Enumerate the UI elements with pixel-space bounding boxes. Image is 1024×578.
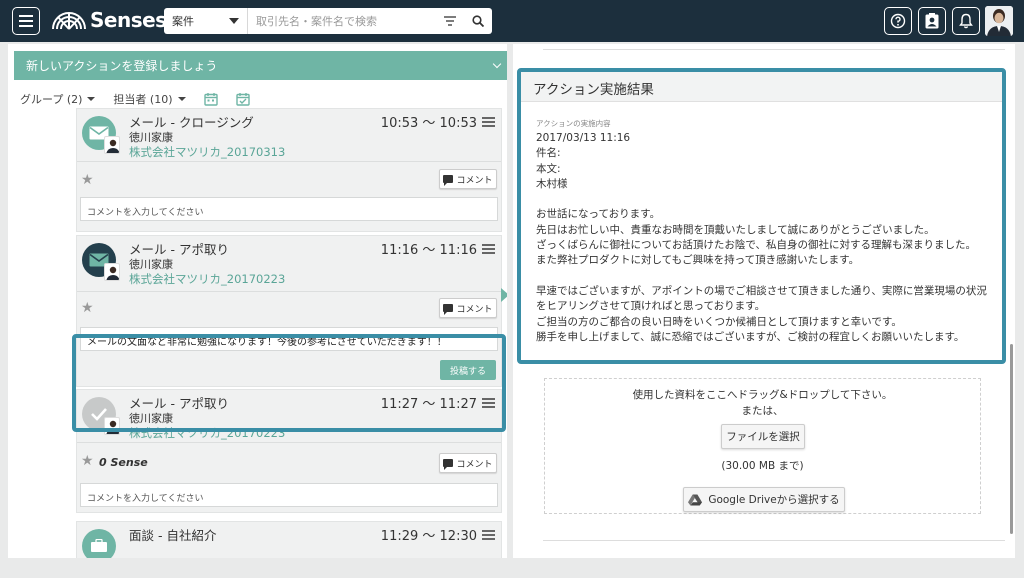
comment-button[interactable]: コメント — [439, 298, 497, 318]
logo-text: Senses — [90, 8, 167, 32]
action-detail-panel: アクション実施結果 アクションの実施内容 2017/03/13 11:16 件名… — [513, 44, 1015, 558]
divider — [77, 161, 501, 162]
bell-icon[interactable] — [952, 7, 980, 35]
owner-filter[interactable]: 担当者 (10) — [113, 91, 186, 107]
result-content-label: アクションの実施内容 — [536, 119, 611, 128]
comment-button[interactable]: コメント — [439, 169, 497, 189]
drop-instruction: 使用した資料をここへドラッグ&ドロップして下さい。 — [632, 389, 893, 401]
group-filter[interactable]: グループ (2) — [20, 91, 96, 107]
divider — [77, 291, 501, 292]
card-time: 11:29 〜 12:30 — [380, 529, 477, 544]
card-header: メール - アポ取り 11:16 〜 11:16 徳川家康 株式会社マツリカ_2… — [77, 236, 501, 287]
google-drive-icon — [688, 494, 703, 505]
group-filter-label: グループ (2) — [20, 93, 83, 106]
card-person: 徳川家康 — [129, 258, 173, 271]
star-icon[interactable]: ★ — [81, 172, 94, 188]
top-bar: Senses 案件 — [0, 0, 1024, 42]
calendar-check-icon[interactable] — [235, 92, 250, 106]
filter-bar: グループ (2) 担当者 (10) — [20, 91, 268, 107]
new-action-banner[interactable]: 新しいアクションを登録しましょう — [14, 51, 507, 80]
comment-icon — [443, 175, 454, 186]
search-icon[interactable] — [464, 8, 492, 34]
caret-down-icon — [87, 97, 96, 101]
comment-button-label: コメント — [456, 175, 493, 186]
selection-pointer — [501, 288, 507, 302]
action-result-box: アクション実施結果 アクションの実施内容 2017/03/13 11:16 件名… — [517, 68, 1006, 364]
contact-card-icon[interactable] — [918, 7, 946, 35]
divider — [543, 540, 1005, 541]
search-type-select[interactable]: 案件 — [164, 8, 248, 34]
file-drop-zone[interactable]: 使用した資料をここへドラッグ&ドロップして下さい。 または、 ファイルを選択 (… — [544, 378, 981, 514]
search-input[interactable] — [248, 9, 436, 33]
action-list-panel: 新しいアクションを登録しましょう グループ (2) 担当者 (10) メール -… — [8, 44, 507, 558]
banner-text: 新しいアクションを登録しましょう — [26, 59, 218, 73]
calendar-icon[interactable] — [203, 92, 218, 106]
hamburger-menu-icon[interactable] — [12, 7, 40, 35]
user-avatar[interactable] — [985, 6, 1013, 36]
card-time: 11:16 〜 11:16 — [380, 243, 477, 258]
logo-fan-icon — [52, 12, 86, 30]
comment-highlight-box — [72, 334, 506, 432]
sense-count: 0 Sense — [99, 456, 148, 469]
action-card[interactable]: メール - クロージング 10:53 〜 10:53 徳川家康 株式会社マツリカ… — [76, 108, 502, 232]
comment-button[interactable]: コメント — [439, 453, 497, 473]
comment-button-label: コメント — [456, 459, 493, 470]
choose-file-button[interactable]: ファイルを選択 — [721, 424, 805, 449]
card-deal-link[interactable]: 株式会社マツリカ_20170223 — [129, 271, 285, 287]
card-time: 10:53 〜 10:53 — [380, 116, 477, 131]
card-menu-icon[interactable] — [482, 117, 495, 127]
google-drive-label: Google Driveから選択する — [708, 494, 840, 506]
result-title: アクション実施結果 — [521, 72, 1002, 102]
card-header: 面談 - 自社紹介 11:29 〜 12:30 — [77, 522, 501, 558]
card-menu-icon[interactable] — [482, 244, 495, 254]
search-bar: 案件 — [164, 8, 492, 34]
owner-avatar — [104, 136, 120, 154]
owner-filter-label: 担当者 (10) — [113, 93, 173, 106]
card-header: メール - クロージング 10:53 〜 10:53 徳川家康 株式会社マツリカ… — [77, 109, 501, 160]
file-size-limit: (30.00 MB まで) — [721, 460, 804, 472]
drop-or-text: または、 — [741, 405, 784, 417]
result-content-body: 2017/03/13 11:16 件名: 本文: 木村様 お世話になっております… — [536, 132, 987, 343]
card-person: 徳川家康 — [129, 131, 173, 144]
comment-input[interactable]: コメントを入力してください — [80, 483, 498, 507]
google-drive-button[interactable]: Google Driveから選択する — [683, 487, 845, 512]
card-title: 面談 - 自社紹介 — [129, 528, 217, 543]
app-logo[interactable]: Senses — [50, 8, 167, 32]
search-type-value: 案件 — [172, 15, 194, 28]
action-card[interactable]: 面談 - 自社紹介 11:29 〜 12:30 — [76, 521, 502, 558]
divider — [77, 442, 501, 443]
scrollbar[interactable] — [1010, 344, 1013, 534]
star-icon[interactable]: ★ — [81, 300, 94, 316]
caret-down-icon — [177, 97, 186, 101]
card-deal-link[interactable]: 株式会社マツリカ_20170313 — [129, 144, 285, 160]
filter-icon[interactable] — [436, 8, 464, 34]
divider — [543, 49, 1005, 50]
comment-icon — [443, 304, 454, 315]
comment-button-label: コメント — [456, 304, 493, 315]
star-icon[interactable]: ★ — [81, 453, 94, 469]
briefcase-type-icon — [82, 529, 116, 558]
help-icon[interactable] — [884, 7, 912, 35]
chevron-down-icon — [492, 59, 502, 69]
card-menu-icon[interactable] — [482, 530, 495, 540]
caret-down-icon — [229, 18, 239, 24]
comment-icon — [443, 459, 454, 470]
comment-input[interactable]: コメントを入力してください — [80, 197, 498, 221]
owner-avatar — [104, 263, 120, 281]
